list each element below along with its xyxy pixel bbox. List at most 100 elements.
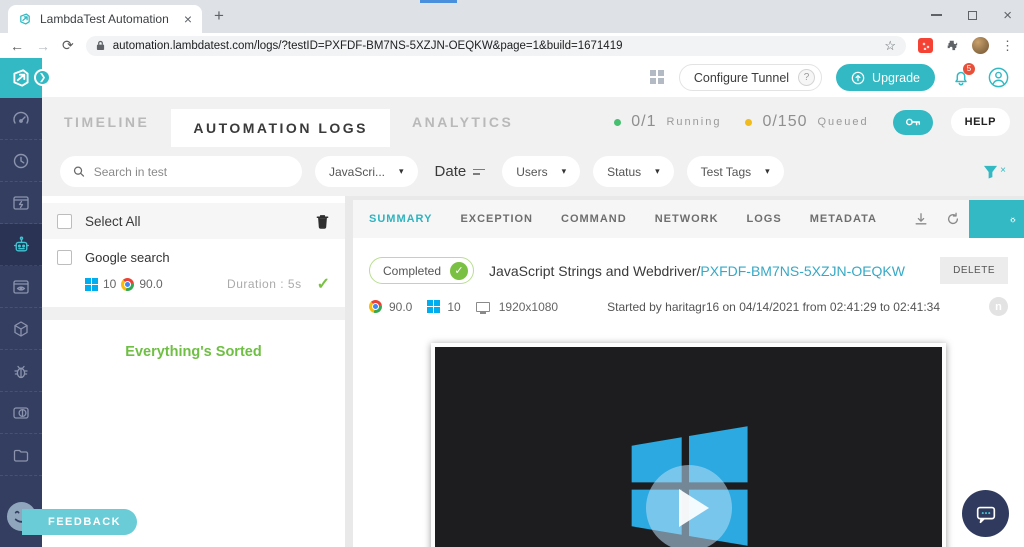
detail-tab-command[interactable]: COMMAND (561, 213, 647, 225)
sidebar-item-speed-test[interactable] (0, 182, 42, 224)
reload-icon[interactable]: ⟳ (62, 37, 74, 54)
upgrade-button[interactable]: Upgrade (836, 64, 935, 91)
cube-icon (11, 319, 31, 339)
app-header: Configure Tunnel ? Upgrade 5 (42, 58, 1024, 97)
idle-indicator-icon: n (989, 297, 1008, 316)
detail-tab-logs[interactable]: LOGS (747, 213, 802, 225)
test-video-player[interactable] (435, 347, 942, 547)
refresh-button[interactable] (946, 212, 960, 226)
help-button[interactable]: HELP (951, 108, 1010, 136)
tab-automation-logs[interactable]: AUTOMATION LOGS (171, 109, 390, 147)
clear-filters-button[interactable]: × (983, 165, 1006, 179)
history-clock-icon (11, 151, 31, 171)
robot-icon (11, 234, 32, 255)
folder-icon (11, 445, 31, 465)
list-divider (42, 307, 345, 320)
bookmark-star-icon[interactable]: ☆ (884, 38, 896, 54)
chrome-icon (121, 278, 134, 291)
sidebar-item-packages[interactable] (0, 308, 42, 350)
sidebar-expand-icon[interactable]: ❯ (34, 69, 51, 86)
forward-icon[interactable]: → (36, 38, 50, 54)
new-tab-button[interactable]: + (214, 7, 224, 24)
status-dropdown[interactable]: Status ▾ (593, 156, 674, 187)
browser-toolbar: ← → ⟳ automation.lambdatest.com/logs/?te… (0, 33, 1024, 58)
address-bar[interactable]: automation.lambdatest.com/logs/?testID=P… (86, 36, 906, 56)
feedback-button[interactable]: FEEDBACK (22, 509, 137, 535)
trash-icon (315, 213, 330, 229)
browser-menu-icon[interactable]: ⋮ (1001, 39, 1014, 52)
sidebar-item-bug-tracker[interactable] (0, 350, 42, 392)
minimize-icon[interactable] (931, 14, 942, 16)
create-issue-button[interactable]: Create Issue (969, 200, 1024, 238)
date-sort-control[interactable]: Date (431, 163, 490, 180)
detail-tab-network[interactable]: NETWORK (655, 213, 739, 225)
browser-tab-active[interactable]: LambdaTest Automation × (8, 5, 202, 33)
test-video-card (431, 343, 946, 547)
search-input[interactable] (94, 165, 289, 179)
extension-icon-red[interactable] (918, 38, 933, 53)
test-item-checkbox[interactable] (57, 250, 72, 265)
window-close-icon[interactable]: × (1003, 8, 1012, 23)
profile-icon[interactable] (987, 66, 1010, 89)
summary-body: Completed ✓ JavaScript Strings and Webdr… (353, 238, 1024, 547)
tab-timeline[interactable]: TIMELINE (42, 97, 171, 147)
notifications-button[interactable]: 5 (949, 66, 973, 90)
select-all-row: Select All (42, 203, 345, 239)
sidebar-item-resolution[interactable] (0, 392, 42, 434)
access-key-button[interactable] (893, 110, 933, 135)
back-icon[interactable]: ← (10, 38, 24, 54)
test-tags-dropdown[interactable]: Test Tags ▾ (687, 156, 784, 187)
chevron-down-icon: ▾ (655, 166, 660, 177)
detail-tab-metadata[interactable]: METADATA (810, 213, 897, 225)
test-title: JavaScript Strings and Webdriver/PXFDF-B… (489, 263, 905, 279)
sidebar-item-speed-dashboard[interactable] (0, 98, 42, 140)
test-duration: Duration : 5s (227, 277, 302, 291)
test-list-panel: Select All Google search 10 90.0 Duratio… (42, 196, 345, 547)
upgrade-label: Upgrade (872, 71, 920, 85)
test-list-item[interactable]: Google search 10 90.0 Duration : 5s ✓ (42, 239, 345, 307)
windows-icon (427, 300, 440, 313)
framework-dropdown[interactable]: JavaScri... ▾ (315, 156, 418, 187)
select-all-label: Select All (85, 214, 141, 229)
test-name: Google search (85, 250, 170, 265)
search-icon (73, 165, 85, 178)
maximize-icon[interactable] (968, 11, 977, 20)
feedback-label: FEEDBACK (48, 516, 121, 528)
browser-profile-avatar[interactable] (972, 37, 989, 54)
chat-support-button[interactable] (962, 490, 1009, 537)
users-label: Users (516, 165, 547, 179)
status-label: Status (607, 165, 641, 179)
framework-value: JavaScri... (329, 165, 385, 179)
tab-analytics[interactable]: ANALYTICS (390, 97, 535, 147)
sidebar-item-automation[interactable] (0, 224, 42, 266)
tunnel-help-icon[interactable]: ? (798, 69, 815, 86)
chevron-down-icon: ▾ (399, 166, 404, 177)
browser-version: 90.0 (139, 277, 162, 291)
apps-grid-icon[interactable] (650, 70, 665, 85)
lambdatest-logo[interactable]: ❯ (0, 58, 42, 98)
funnel-icon (983, 165, 998, 179)
download-button[interactable] (914, 212, 928, 226)
search-box[interactable] (60, 156, 302, 187)
running-label: Running (666, 116, 721, 128)
configure-tunnel-button[interactable]: Configure Tunnel ? (679, 64, 822, 91)
users-dropdown[interactable]: Users ▾ (502, 156, 580, 187)
detail-tab-summary[interactable]: SUMMARY (369, 213, 452, 225)
browser-tabstrip: LambdaTest Automation × + × (0, 0, 1024, 33)
status-badge-label: Completed (383, 264, 441, 278)
puzzle-extensions-icon[interactable] (945, 38, 960, 53)
tab-close-icon[interactable]: × (184, 12, 192, 26)
tabstrip-accent-strip (420, 0, 457, 3)
delete-test-button[interactable]: DELETE (940, 257, 1008, 284)
sidebar-item-projects[interactable] (0, 434, 42, 476)
sidebar-item-visual-ui[interactable] (0, 266, 42, 308)
test-id-link[interactable]: PXFDF-BM7NS-5XZJN-OEQKW (700, 263, 905, 279)
select-all-checkbox[interactable] (57, 214, 72, 229)
detail-tab-exception[interactable]: EXCEPTION (460, 213, 553, 225)
status-badge: Completed ✓ (369, 257, 474, 284)
delete-selected-button[interactable] (315, 213, 330, 229)
create-issue-bug-icon (1009, 213, 1017, 226)
play-button[interactable] (646, 465, 732, 547)
test-header-row: Completed ✓ JavaScript Strings and Webdr… (353, 238, 1024, 284)
sidebar-item-history[interactable] (0, 140, 42, 182)
